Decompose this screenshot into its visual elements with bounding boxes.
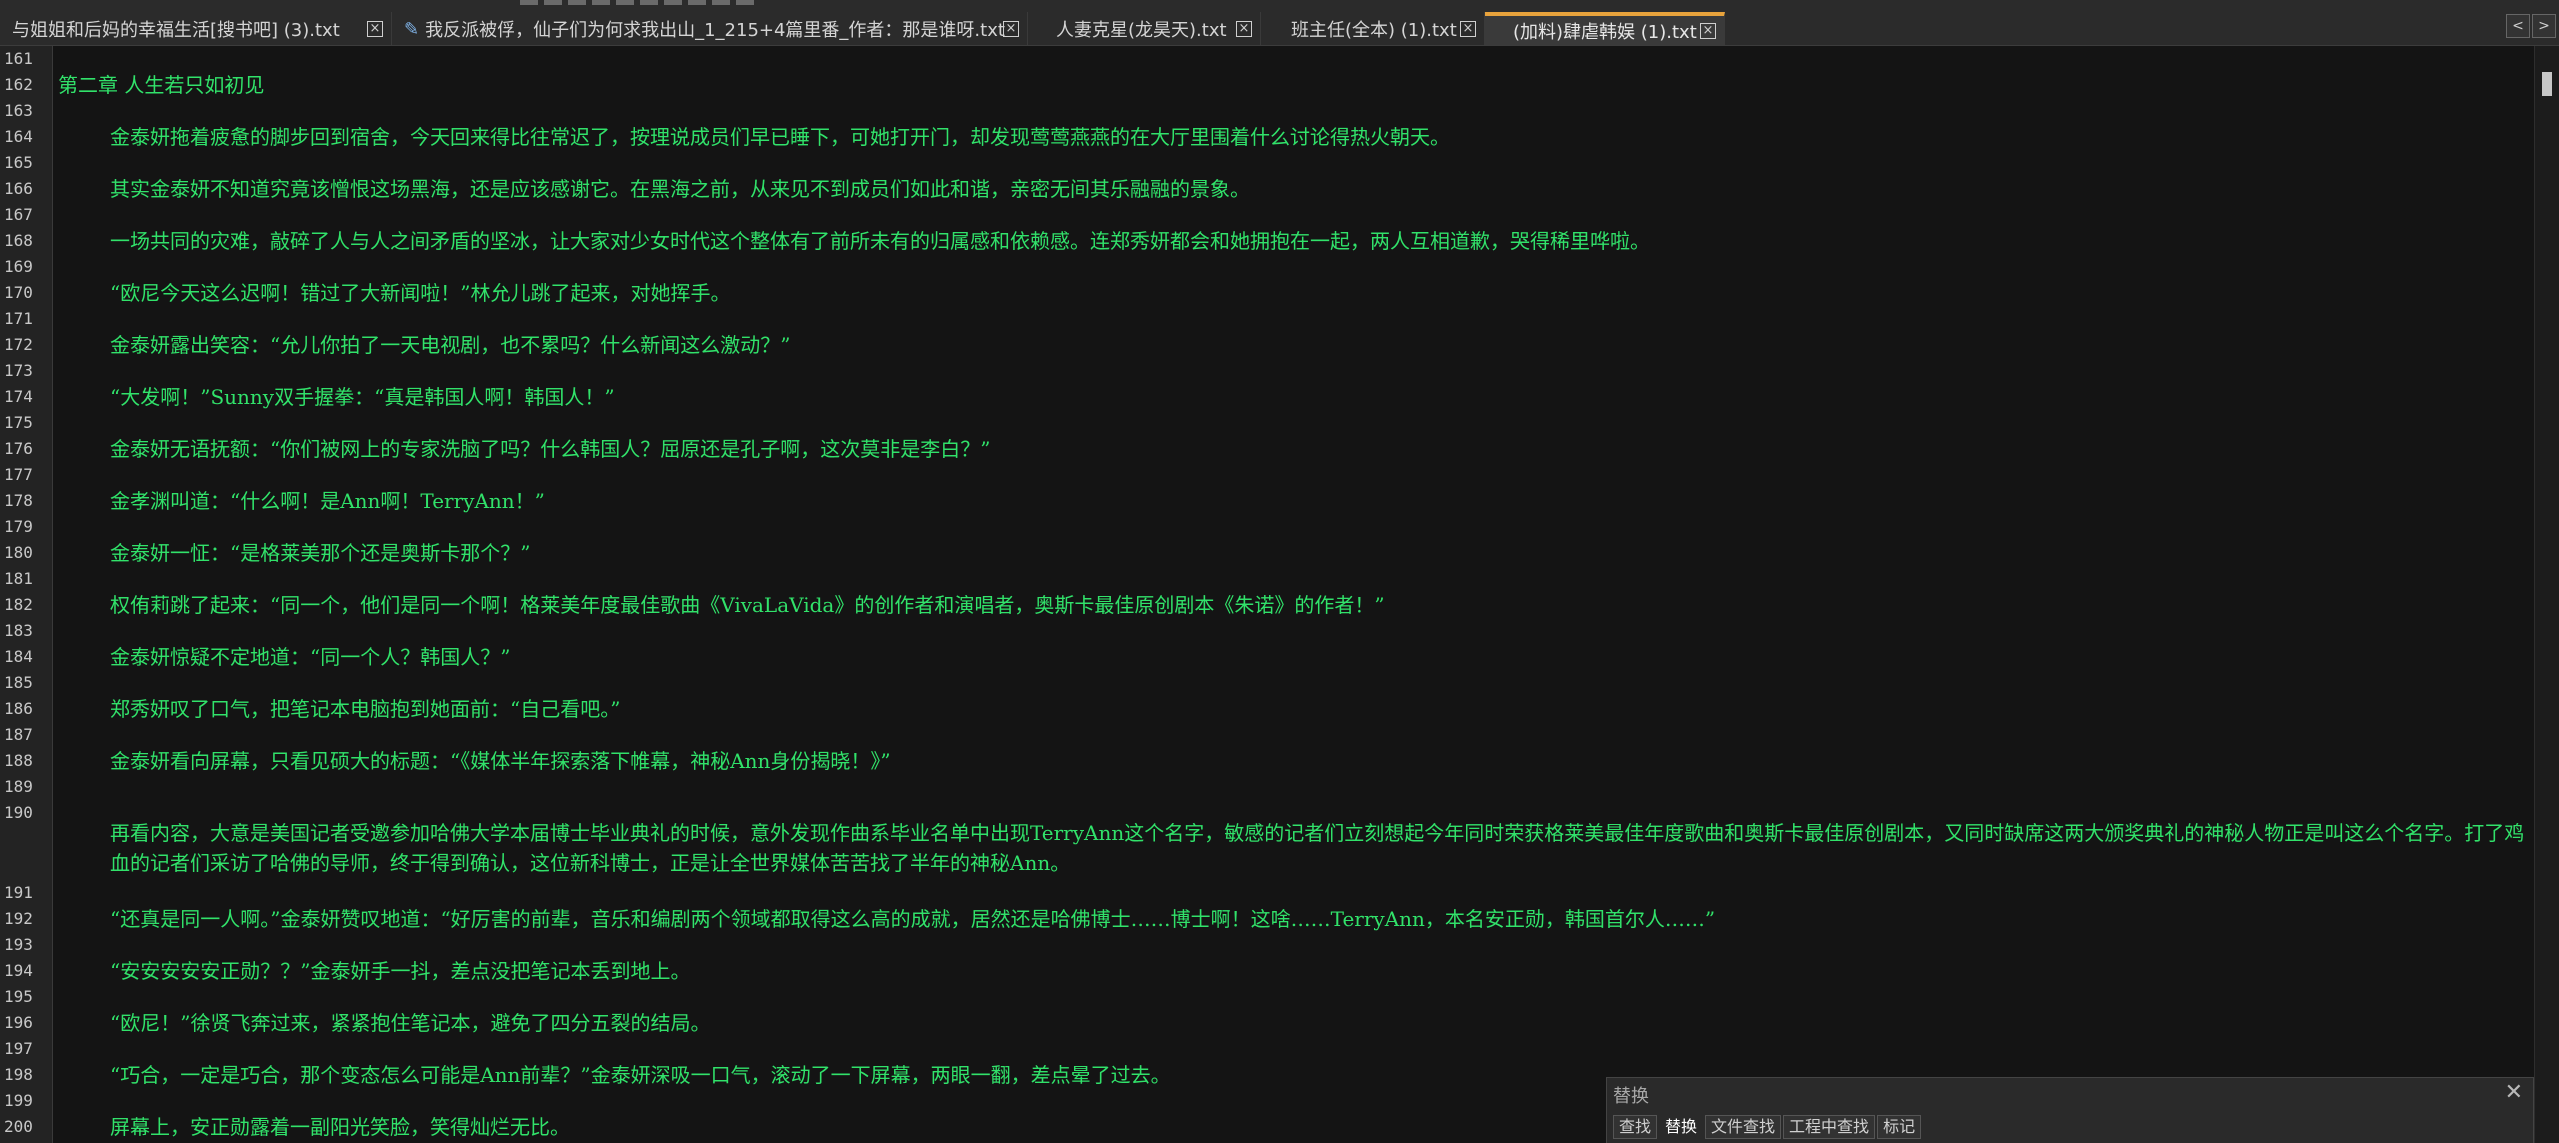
- find-replace-panel: 替换 ✕ 查找 替换 文件查找 工程中查找 标记: [1606, 1077, 2534, 1143]
- line-number: 184: [4, 647, 33, 666]
- line-number: 162: [4, 75, 33, 94]
- text-line: “安安安安安正勋？？”金泰妍手一抖，差点没把笔记本丢到地上。: [110, 959, 691, 983]
- tab-document-3[interactable]: 人妻克星(龙昊天).txt ×: [1028, 12, 1261, 45]
- line-number: 166: [4, 179, 33, 198]
- line-number: 182: [4, 595, 33, 614]
- text-line: 金泰妍看向屏幕，只看见硕大的标题：“《媒体半年探索落下帷幕，神秘Ann身份揭晓！…: [110, 749, 891, 773]
- line-number: 196: [4, 1013, 33, 1032]
- tab-document-2[interactable]: ✎ 我反派被俘，仙子们为何求我出山_1_215+4篇里番_作者：那是谁呀.txt…: [392, 12, 1028, 45]
- toolbar-remnant: [520, 0, 970, 5]
- tab-bar: 与姐姐和后妈的幸福生活[搜书吧] (3).txt × ✎ 我反派被俘，仙子们为何…: [0, 0, 2559, 46]
- line-number: 167: [4, 205, 33, 224]
- text-line: “欧尼！”徐贤飞奔过来，紧紧抱住笔记本，避免了四分五裂的结局。: [110, 1011, 711, 1035]
- vertical-scrollbar[interactable]: [2534, 46, 2559, 1143]
- line-number: 198: [4, 1065, 33, 1084]
- text-line: 金泰妍惊疑不定地道：“同一个人？韩国人？”: [110, 645, 511, 669]
- tab-find-in-project[interactable]: 工程中查找: [1783, 1115, 1876, 1139]
- line-number: 199: [4, 1091, 33, 1110]
- line-number: 193: [4, 935, 33, 954]
- line-number: 168: [4, 231, 33, 250]
- panel-title: 替换: [1613, 1086, 1649, 1107]
- line-number: 176: [4, 439, 33, 458]
- tab-label: (加料)肆虐韩娱 (1).txt: [1513, 22, 1697, 43]
- text-line: 其实金泰妍不知道究竟该憎恨这场黑海，还是应该感谢它。在黑海之前，从来见不到成员们…: [110, 177, 1250, 201]
- line-number: 165: [4, 153, 33, 172]
- line-number: 191: [4, 883, 33, 902]
- text-line: 金孝渊叫道：“什么啊！是Ann啊！TerryAnn！”: [110, 489, 545, 513]
- tab-close-icon[interactable]: ×: [367, 21, 383, 37]
- scrollbar-thumb[interactable]: [2542, 72, 2552, 96]
- text-line: 金泰妍一怔：“是格莱美那个还是奥斯卡那个？”: [110, 541, 531, 565]
- line-number-gutter: 161 162 163 164 165 166 167 168 169 170 …: [0, 46, 53, 1143]
- line-number: 186: [4, 699, 33, 718]
- text-line: 权侑莉跳了起来：“同一个，他们是同一个啊！格莱美年度最佳歌曲《VivaLaVid…: [110, 593, 1385, 617]
- line-number: 172: [4, 335, 33, 354]
- text-line: “欧尼今天这么迟啊！错过了大新闻啦！”林允儿跳了起来，对她挥手。: [110, 281, 731, 305]
- line-number: 170: [4, 283, 33, 302]
- line-number: 197: [4, 1039, 33, 1058]
- line-number: 173: [4, 361, 33, 380]
- line-number: 175: [4, 413, 33, 432]
- line-number: 194: [4, 961, 33, 980]
- line-number: 177: [4, 465, 33, 484]
- tab-scroll-right-button[interactable]: >: [2532, 14, 2556, 38]
- tab-mark[interactable]: 标记: [1877, 1115, 1922, 1139]
- tab-close-icon[interactable]: ×: [1236, 21, 1252, 37]
- text-line: 郑秀妍叹了口气，把笔记本电脑抱到她面前：“自己看吧。”: [110, 697, 621, 721]
- line-number: 190: [4, 803, 33, 822]
- tab-close-icon[interactable]: ×: [1003, 21, 1019, 37]
- line-number: 188: [4, 751, 33, 770]
- text-line: 一场共同的灾难，敲碎了人与人之间矛盾的坚冰，让大家对少女时代这个整体有了前所未有…: [110, 229, 1650, 253]
- tab-document-4[interactable]: 班主任(全本) (1).txt ×: [1261, 12, 1485, 45]
- text-line: 金泰妍无语抚额：“你们被网上的专家洗脑了吗？什么韩国人？屈原还是孔子啊，这次莫非…: [110, 437, 991, 461]
- tab-label: 与姐姐和后妈的幸福生活[搜书吧] (3).txt: [12, 20, 340, 41]
- tab-find-in-files[interactable]: 文件查找: [1705, 1115, 1782, 1139]
- text-line: “大发啊！”Sunny双手握拳：“真是韩国人啊！韩国人！”: [110, 385, 615, 409]
- tab-label: 人妻克星(龙昊天).txt: [1056, 20, 1227, 41]
- line-number: 174: [4, 387, 33, 406]
- tab-document-5-active[interactable]: (加料)肆虐韩娱 (1).txt ×: [1485, 12, 1725, 45]
- modified-pencil-icon: ✎: [404, 18, 420, 40]
- chapter-heading-line: 第二章 人生若只如初见: [58, 73, 265, 97]
- line-number: 200: [4, 1117, 33, 1136]
- line-number: 178: [4, 491, 33, 510]
- line-number: 192: [4, 909, 33, 928]
- line-number: 181: [4, 569, 33, 588]
- text-line: 金泰妍拖着疲惫的脚步回到宿舍，今天回来得比往常迟了，按理说成员们早已睡下，可她打…: [110, 125, 1450, 149]
- tab-label: 班主任(全本) (1).txt: [1291, 20, 1457, 41]
- line-number: 183: [4, 621, 33, 640]
- tab-close-icon[interactable]: ×: [1700, 23, 1716, 39]
- wrapped-paragraph-line: 再看内容，大意是美国记者受邀参加哈佛大学本届博士毕业典礼的时候，意外发现作曲系毕…: [110, 821, 2525, 875]
- line-number: 180: [4, 543, 33, 562]
- close-icon[interactable]: ✕: [2505, 1080, 2523, 1105]
- tab-document-1[interactable]: 与姐姐和后妈的幸福生活[搜书吧] (3).txt ×: [0, 12, 392, 45]
- tab-scroll-left-button[interactable]: <: [2506, 14, 2530, 38]
- tab-label: 我反派被俘，仙子们为何求我出山_1_215+4篇里番_作者：那是谁呀.txt: [425, 20, 1005, 41]
- text-editor[interactable]: 161 162 163 164 165 166 167 168 169 170 …: [0, 46, 2559, 1143]
- text-line: 金泰妍露出笑容：“允儿你拍了一天电视剧，也不累吗？什么新闻这么激动？”: [110, 333, 791, 357]
- line-number: 169: [4, 257, 33, 276]
- line-number: 161: [4, 49, 33, 68]
- tab-replace[interactable]: 替换: [1659, 1115, 1704, 1139]
- line-number: 179: [4, 517, 33, 536]
- line-number: 163: [4, 101, 33, 120]
- line-number: 189: [4, 777, 33, 796]
- tab-find[interactable]: 查找: [1613, 1115, 1658, 1139]
- document-tabs: 与姐姐和后妈的幸福生活[搜书吧] (3).txt × ✎ 我反派被俘，仙子们为何…: [0, 12, 1725, 45]
- line-number: 195: [4, 987, 33, 1006]
- tab-close-icon[interactable]: ×: [1460, 21, 1476, 37]
- line-number: 187: [4, 725, 33, 744]
- text-line: “还真是同一人啊。”金泰妍赞叹地道：“好厉害的前辈，音乐和编剧两个领域都取得这么…: [110, 907, 1716, 931]
- line-number: 185: [4, 673, 33, 692]
- find-panel-tabs: 查找 替换 文件查找 工程中查找 标记: [1613, 1115, 1923, 1139]
- line-number: 164: [4, 127, 33, 146]
- line-number: 171: [4, 309, 33, 328]
